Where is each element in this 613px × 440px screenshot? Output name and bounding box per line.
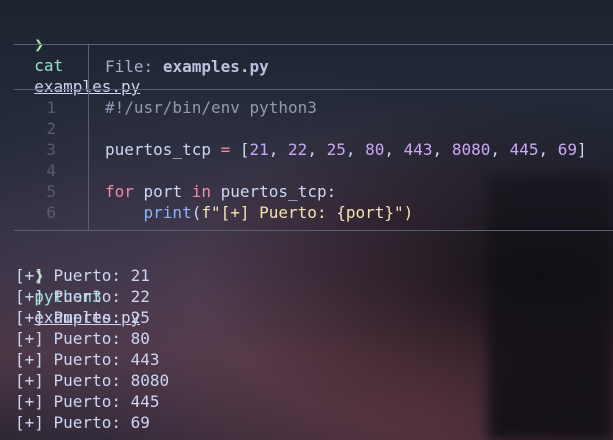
prompt-line-cat: ❯ cat examples.py xyxy=(15,13,140,96)
bat-top-border xyxy=(14,44,613,45)
output-line: [+] Puerto: 80 xyxy=(15,329,150,348)
output-line: [+] Puerto: 445 xyxy=(15,392,160,411)
for-keyword: for xyxy=(105,182,134,201)
prompt-line-python: ❯ python3 examples.py xyxy=(15,244,140,327)
line-number: 6 xyxy=(46,203,56,222)
port-literal: 80 xyxy=(365,140,385,159)
line-number: 1 xyxy=(46,98,56,117)
variable-name: puertos_tcp xyxy=(105,140,211,159)
output-line: [+] Puerto: 25 xyxy=(15,308,150,327)
output-line: [+] Puerto: 21 xyxy=(15,266,150,285)
shebang-comment: #!/usr/bin/env python3 xyxy=(105,98,317,117)
port-literal: 25 xyxy=(326,140,346,159)
output-line: [+] Puerto: 22 xyxy=(15,287,150,306)
output-line: [+] Puerto: 8080 xyxy=(15,371,170,390)
port-literal: 21 xyxy=(249,140,269,159)
port-literal: 8080 xyxy=(451,140,491,159)
bat-gutter-divider-top xyxy=(88,44,89,89)
line-number: 4 xyxy=(46,161,56,180)
assign-operator: = xyxy=(220,140,231,159)
file-label: File: xyxy=(105,57,154,76)
port-literal: 22 xyxy=(288,140,308,159)
output-line: [+] Puerto: 69 xyxy=(15,413,150,432)
loop-variable: port xyxy=(143,182,183,201)
port-literal: 443 xyxy=(403,140,433,159)
line-number: 2 xyxy=(46,119,56,138)
code-line-3: puertos_tcp = [21, 22, 25, 80, 443, 8080… xyxy=(105,140,587,159)
bat-bottom-border xyxy=(14,230,613,231)
loop-iterable: puertos_tcp: xyxy=(220,182,337,201)
bat-header-border xyxy=(14,89,613,90)
code-line-5: for port in puertos_tcp: xyxy=(105,181,336,202)
port-literal: 445 xyxy=(509,140,539,159)
port-literal: 69 xyxy=(557,140,578,159)
print-function: print xyxy=(143,203,192,222)
fstring-literal: f"[+] Puerto: {port}") xyxy=(201,203,414,222)
in-keyword: in xyxy=(191,182,211,201)
line-number: 3 xyxy=(46,140,56,159)
line-number: 5 xyxy=(46,182,56,201)
code-line-6: print(f"[+] Puerto: {port}") xyxy=(143,203,414,222)
file-name: examples.py xyxy=(162,57,269,76)
bat-gutter-divider xyxy=(88,89,89,231)
bat-file-header: File: examples.py xyxy=(105,56,269,77)
output-line: [+] Puerto: 443 xyxy=(15,350,160,369)
code-line-1: #!/usr/bin/env python3 xyxy=(105,97,317,118)
bat-file-viewer: File: examples.py 1 2 3 4 5 6 #!/usr/bin… xyxy=(14,44,613,231)
